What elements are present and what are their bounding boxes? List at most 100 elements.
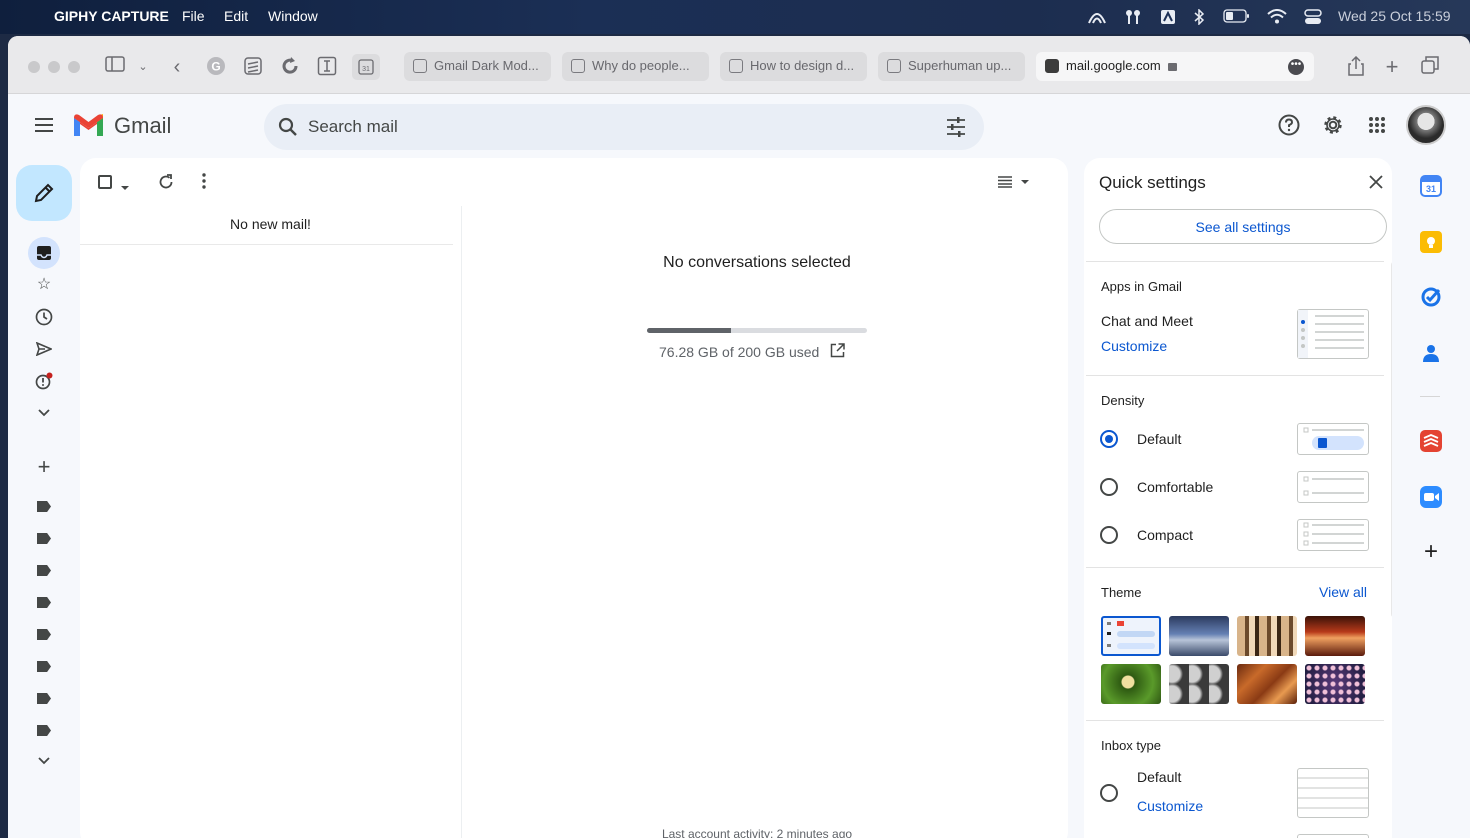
nav-inbox-icon[interactable] — [28, 237, 60, 269]
theme-chess-thumbnail[interactable] — [1237, 616, 1297, 656]
density-comfortable-preview[interactable] — [1297, 471, 1369, 503]
label-icon[interactable] — [37, 533, 51, 544]
calendar-app-icon[interactable]: 31 — [1420, 175, 1442, 197]
label-icon[interactable] — [37, 597, 51, 608]
address-bar-tab[interactable]: mail.google.com ••• — [1036, 52, 1314, 81]
close-icon[interactable] — [1369, 175, 1383, 194]
menu-file[interactable]: File — [182, 8, 205, 24]
more-options-icon[interactable]: ••• — [1288, 59, 1304, 75]
label-icon[interactable] — [37, 501, 51, 512]
contacts-app-icon[interactable] — [1420, 342, 1442, 364]
search-icon[interactable] — [278, 117, 298, 142]
menubar-clock[interactable]: Wed 25 Oct 15:59 — [1338, 8, 1451, 24]
inbox-next-preview[interactable] — [1297, 834, 1369, 838]
share-icon[interactable] — [1345, 55, 1367, 78]
more-actions-icon[interactable] — [202, 173, 206, 194]
density-comfortable-radio[interactable] — [1100, 478, 1118, 496]
nav-more-chevron-icon[interactable] — [28, 397, 60, 429]
inbox-customize-link[interactable]: Customize — [1137, 798, 1203, 814]
sidebar-toggle-icon[interactable] — [104, 56, 126, 78]
browser-tab[interactable]: How to design d... — [720, 52, 867, 81]
browser-tab[interactable]: Superhuman up... — [878, 52, 1025, 81]
density-default-label[interactable]: Default — [1137, 431, 1181, 447]
theme-bokeh-thumbnail[interactable] — [1305, 664, 1365, 704]
notes-app-icon[interactable] — [1160, 9, 1176, 28]
theme-storm-thumbnail[interactable] — [1169, 616, 1229, 656]
menu-window[interactable]: Window — [268, 8, 318, 24]
app-menu[interactable]: GIPHY CAPTURE — [54, 8, 169, 24]
search-input[interactable]: Search mail — [308, 117, 398, 137]
density-default-radio[interactable] — [1100, 430, 1118, 448]
theme-autumn-thumbnail[interactable] — [1237, 664, 1297, 704]
chevron-down-icon[interactable]: ⌄ — [132, 56, 154, 78]
label-icon[interactable] — [37, 565, 51, 576]
panel-scrollbar[interactable] — [1391, 261, 1392, 618]
account-avatar[interactable] — [1406, 105, 1446, 145]
gmail-logo-icon[interactable] — [72, 112, 105, 142]
battery-icon[interactable] — [1223, 9, 1251, 26]
minimize-window-button[interactable] — [48, 61, 60, 73]
close-window-button[interactable] — [28, 61, 40, 73]
wifi-icon[interactable] — [1267, 9, 1287, 27]
compose-button[interactable] — [16, 165, 72, 221]
browser-tab[interactable]: Why do people... — [562, 52, 709, 81]
inbox-default-preview[interactable] — [1297, 768, 1369, 818]
google-apps-icon[interactable] — [1357, 105, 1397, 145]
new-tab-icon[interactable]: + — [1381, 56, 1403, 78]
zoom-app-icon[interactable] — [1420, 486, 1442, 508]
theme-pipes-thumbnail[interactable] — [1169, 664, 1229, 704]
grammarly-extension-icon[interactable]: G — [205, 56, 227, 78]
nav-starred-icon[interactable]: ☆ — [28, 269, 60, 301]
select-all-checkbox[interactable] — [98, 175, 112, 189]
storage-usage-text[interactable]: 76.28 GB of 200 GB used — [659, 344, 819, 360]
tasks-app-icon[interactable] — [1420, 286, 1442, 308]
label-icon[interactable] — [37, 661, 51, 672]
refresh-icon[interactable] — [157, 173, 175, 196]
see-all-settings-button[interactable]: See all settings — [1099, 209, 1387, 244]
creative-cloud-icon[interactable] — [1087, 9, 1107, 28]
todoist-app-icon[interactable] — [1420, 430, 1442, 452]
nav-sent-icon[interactable] — [28, 333, 60, 365]
search-options-icon[interactable] — [946, 117, 966, 142]
density-compact-preview[interactable] — [1297, 519, 1369, 551]
inbox-default-radio[interactable] — [1100, 784, 1118, 802]
keep-app-icon[interactable] — [1420, 231, 1442, 253]
airpods-icon[interactable] — [1124, 9, 1142, 28]
density-comfortable-label[interactable]: Comfortable — [1137, 479, 1213, 495]
density-default-preview[interactable] — [1297, 423, 1369, 455]
menu-edit[interactable]: Edit — [224, 8, 248, 24]
labels-more-chevron-icon[interactable] — [28, 745, 60, 777]
split-pane-toggle-icon[interactable] — [997, 175, 1031, 193]
nav-important-icon[interactable] — [28, 365, 60, 397]
refresh-extension-icon[interactable] — [279, 56, 301, 78]
label-icon[interactable] — [37, 629, 51, 640]
label-icon[interactable] — [37, 693, 51, 704]
settings-gear-icon[interactable] — [1313, 105, 1353, 145]
create-label-icon[interactable]: + — [28, 451, 60, 483]
open-in-new-icon[interactable] — [830, 343, 845, 363]
theme-view-all-link[interactable]: View all — [1319, 584, 1367, 600]
tab-overview-icon[interactable] — [1419, 56, 1441, 78]
bluetooth-icon[interactable] — [1193, 8, 1205, 28]
notes-extension-icon[interactable] — [242, 56, 264, 78]
zoom-window-button[interactable] — [68, 61, 80, 73]
label-icon[interactable] — [37, 725, 51, 736]
main-menu-icon[interactable] — [24, 105, 64, 145]
theme-default-thumbnail[interactable] — [1101, 616, 1161, 656]
apps-customize-link[interactable]: Customize — [1101, 338, 1167, 354]
nav-snoozed-icon[interactable] — [28, 301, 60, 333]
back-arrow-icon[interactable]: ‹ — [166, 56, 188, 78]
calendar-extension-icon[interactable]: 31 — [352, 54, 380, 80]
theme-leaf-thumbnail[interactable] — [1101, 664, 1161, 704]
density-compact-label[interactable]: Compact — [1137, 527, 1193, 543]
get-addons-icon[interactable]: + — [1420, 540, 1442, 564]
reader-extension-icon[interactable] — [316, 56, 338, 78]
density-compact-radio[interactable] — [1100, 526, 1118, 544]
select-dropdown-icon[interactable] — [120, 178, 130, 196]
search-bar[interactable]: Search mail — [264, 104, 984, 150]
control-center-icon[interactable] — [1304, 9, 1322, 28]
help-icon[interactable] — [1269, 105, 1309, 145]
inbox-default-label[interactable]: Default — [1137, 769, 1181, 785]
browser-tab[interactable]: Gmail Dark Mod... — [404, 52, 551, 81]
theme-canyon-thumbnail[interactable] — [1305, 616, 1365, 656]
